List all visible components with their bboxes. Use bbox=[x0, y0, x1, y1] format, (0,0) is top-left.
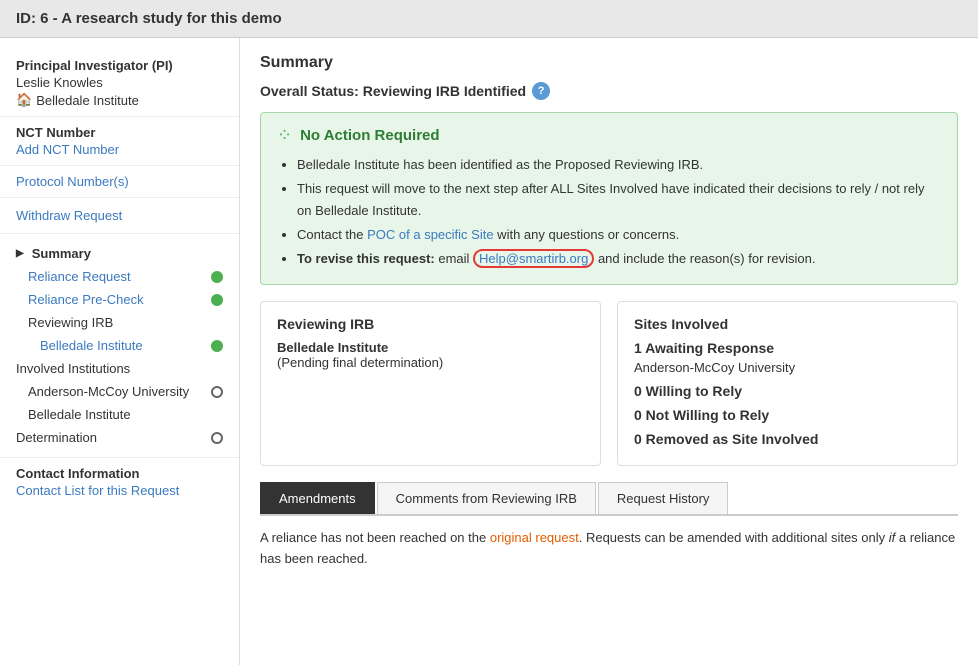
nav-label-determination: Determination bbox=[16, 430, 97, 445]
page-title: ID: 6 - A research study for this demo bbox=[16, 10, 282, 27]
poc-link[interactable]: POC of a specific Site bbox=[367, 227, 493, 242]
overall-status-text: Overall Status: Reviewing IRB Identified bbox=[260, 83, 526, 99]
removed-count: 0 Removed as Site Involved bbox=[634, 431, 941, 447]
status-dot-reliance-precheck bbox=[211, 294, 223, 306]
withdraw-section: Withdraw Request bbox=[0, 198, 239, 234]
nav-label-reliance-precheck: Reliance Pre-Check bbox=[28, 292, 144, 307]
reviewing-irb-status: (Pending final determination) bbox=[277, 355, 584, 370]
reviewing-irb-name: Belledale Institute bbox=[277, 340, 584, 355]
bottom-text: A reliance has not been reached on the o… bbox=[260, 528, 958, 570]
nav-item-belledale-irb[interactable]: Belledale Institute bbox=[0, 334, 239, 357]
nav-section: ▶ Summary Reliance Request Reliance Pre-… bbox=[0, 234, 239, 457]
email-highlight: Help@smartirb.org bbox=[473, 249, 594, 268]
sites-involved-box: Sites Involved 1 Awaiting Response Ander… bbox=[617, 301, 958, 466]
sidebar: Principal Investigator (PI) Leslie Knowl… bbox=[0, 38, 240, 665]
dots-icon: ⁘ bbox=[277, 125, 292, 146]
status-circle-determination bbox=[211, 432, 223, 444]
nav-item-reliance-precheck[interactable]: Reliance Pre-Check bbox=[0, 288, 239, 311]
status-dot-reliance-request bbox=[211, 271, 223, 283]
nav-item-summary[interactable]: ▶ Summary bbox=[0, 242, 239, 265]
notice-item-2: This request will move to the next step … bbox=[297, 178, 941, 222]
protocol-section: Protocol Number(s) bbox=[0, 166, 239, 198]
pi-institution: Belledale Institute bbox=[36, 93, 139, 108]
nav-label-involved-institutions: Involved Institutions bbox=[16, 361, 130, 376]
original-request-text: original request bbox=[490, 530, 579, 545]
nav-label-reviewing-irb: Reviewing IRB bbox=[28, 315, 113, 330]
add-nct-link[interactable]: Add NCT Number bbox=[16, 142, 119, 157]
nav-label-summary: Summary bbox=[32, 246, 91, 261]
tabs-bar: Amendments Comments from Reviewing IRB R… bbox=[260, 482, 958, 516]
reviewing-irb-title: Reviewing IRB bbox=[277, 316, 584, 332]
not-willing-rely-count: 0 Not Willing to Rely bbox=[634, 407, 941, 423]
overall-status: Overall Status: Reviewing IRB Identified… bbox=[260, 82, 958, 100]
email-link[interactable]: Help@smartirb.org bbox=[479, 251, 588, 266]
tab-comments[interactable]: Comments from Reviewing IRB bbox=[377, 482, 596, 514]
reviewing-irb-box: Reviewing IRB Belledale Institute (Pendi… bbox=[260, 301, 601, 466]
summary-title: Summary bbox=[260, 54, 958, 72]
willing-rely-count: 0 Willing to Rely bbox=[634, 383, 941, 399]
help-icon[interactable]: ? bbox=[532, 82, 550, 100]
nav-item-anderson-mccoy[interactable]: Anderson-McCoy University bbox=[0, 380, 239, 403]
nav-item-reliance-request[interactable]: Reliance Request bbox=[0, 265, 239, 288]
withdraw-link[interactable]: Withdraw Request bbox=[16, 208, 122, 223]
nav-label-reliance-request: Reliance Request bbox=[28, 269, 131, 284]
nav-item-determination[interactable]: Determination bbox=[0, 426, 239, 449]
sites-involved-title: Sites Involved bbox=[634, 316, 941, 332]
pi-section: Principal Investigator (PI) Leslie Knowl… bbox=[0, 50, 239, 117]
notice-item-4: To revise this request: email Help@smart… bbox=[297, 248, 941, 270]
protocol-link[interactable]: Protocol Number(s) bbox=[16, 174, 129, 189]
notice-header: ⁘ No Action Required bbox=[277, 125, 941, 146]
notice-title: No Action Required bbox=[300, 127, 439, 144]
pi-label: Principal Investigator (PI) bbox=[16, 58, 223, 73]
contact-list-link[interactable]: Contact List for this Request bbox=[16, 483, 179, 498]
nav-item-belledale-inst[interactable]: Belledale Institute bbox=[0, 403, 239, 426]
nav-label-anderson-mccoy: Anderson-McCoy University bbox=[28, 384, 189, 399]
two-col-section: Reviewing IRB Belledale Institute (Pendi… bbox=[260, 301, 958, 466]
notice-item-1: Belledale Institute has been identified … bbox=[297, 154, 941, 176]
page-header: ID: 6 - A research study for this demo bbox=[0, 0, 978, 38]
awaiting-response-inst: Anderson-McCoy University bbox=[634, 360, 941, 375]
notice-box: ⁘ No Action Required Belledale Institute… bbox=[260, 112, 958, 285]
home-icon: 🏠 bbox=[16, 92, 32, 108]
nav-label-belledale-irb: Belledale Institute bbox=[40, 338, 143, 353]
nav-item-reviewing-irb[interactable]: Reviewing IRB bbox=[0, 311, 239, 334]
nct-section: NCT Number Add NCT Number bbox=[0, 117, 239, 166]
tab-amendments[interactable]: Amendments bbox=[260, 482, 375, 514]
arrow-icon: ▶ bbox=[16, 248, 24, 259]
main-layout: Principal Investigator (PI) Leslie Knowl… bbox=[0, 38, 978, 665]
notice-item-3: Contact the POC of a specific Site with … bbox=[297, 224, 941, 246]
main-content: Summary Overall Status: Reviewing IRB Id… bbox=[240, 38, 978, 665]
status-circle-anderson-mccoy bbox=[211, 386, 223, 398]
contact-label: Contact Information bbox=[16, 466, 223, 481]
status-dot-belledale-irb bbox=[211, 340, 223, 352]
nct-label: NCT Number bbox=[16, 125, 223, 140]
contact-section: Contact Information Contact List for thi… bbox=[0, 457, 239, 506]
nav-label-belledale-inst: Belledale Institute bbox=[28, 407, 131, 422]
awaiting-response-count: 1 Awaiting Response bbox=[634, 340, 941, 356]
pi-name: Leslie Knowles bbox=[16, 75, 223, 90]
notice-list: Belledale Institute has been identified … bbox=[277, 154, 941, 270]
tab-request-history[interactable]: Request History bbox=[598, 482, 728, 514]
nav-item-involved-institutions: Involved Institutions bbox=[0, 357, 239, 380]
